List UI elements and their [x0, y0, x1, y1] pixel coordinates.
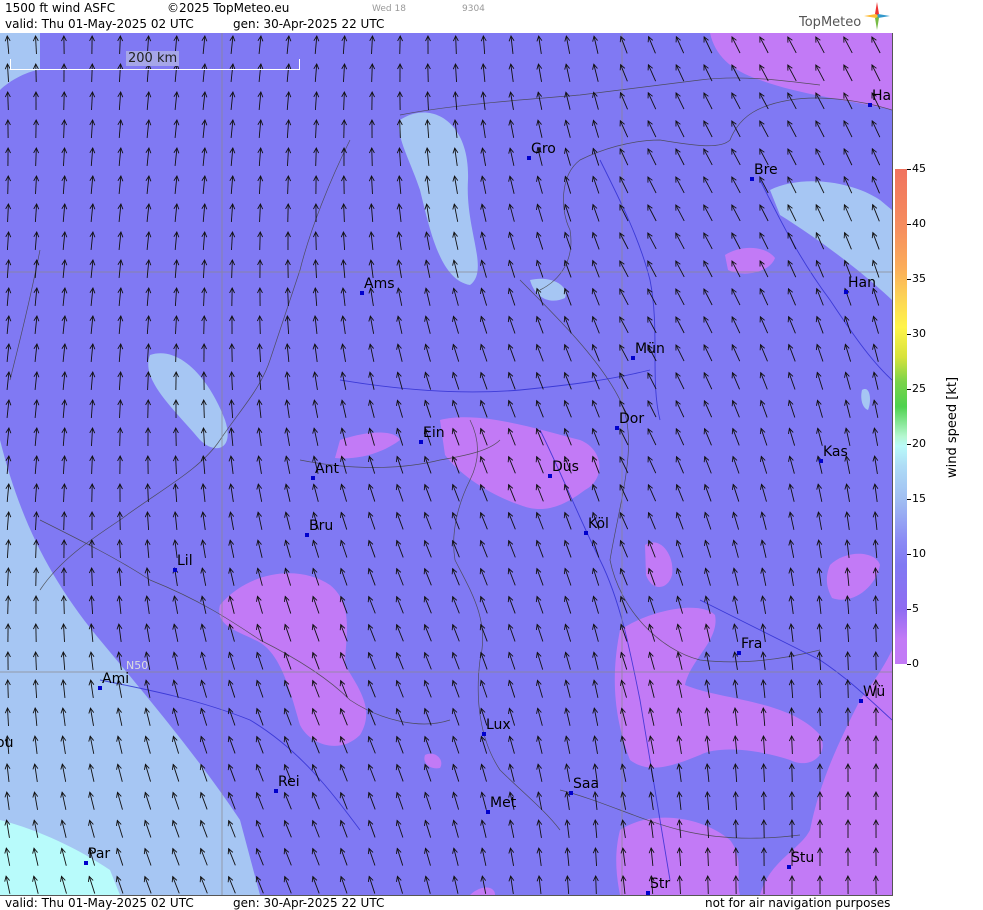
disclaimer: not for air navigation purposes — [705, 896, 891, 910]
legend-tick-label: 5 — [912, 602, 919, 615]
legend-tick-label: 45 — [912, 162, 926, 175]
generated-time: gen: 30-Apr-2025 22 UTC — [233, 17, 385, 31]
city-label: Met — [490, 795, 517, 811]
city-label: Stu — [791, 850, 815, 866]
legend-tick-label: 35 — [912, 272, 926, 285]
wind-speed-legend: 45 40 35 30 25 20 15 10 5 0 wind speed [kt] — [893, 0, 983, 909]
footer-valid-time: valid: Thu 01-May-2025 02 UTC — [5, 896, 194, 910]
city-label: Lil — [177, 553, 193, 569]
legend-tick-label: 15 — [912, 492, 926, 505]
run-id: 9304 — [462, 4, 485, 14]
valid-time: valid: Thu 01-May-2025 02 UTC — [5, 17, 194, 31]
wind-map[interactable]: 200 km N50 Ha Gro Bre Ams Han Mün Ein Dor Ant Düs… — [0, 33, 893, 895]
city-label: Mün — [635, 341, 665, 357]
legend-tick-mark — [907, 664, 911, 665]
legend-unit: wind speed [kt] — [945, 376, 960, 478]
run-day: Wed 18 — [372, 4, 406, 14]
color-bar — [895, 169, 907, 664]
compass-logo-icon — [864, 2, 890, 30]
latitude-label: N50 — [126, 659, 149, 672]
footer-bar: valid: Thu 01-May-2025 02 UTC gen: 30-Ap… — [0, 895, 893, 910]
city-label: Par — [88, 846, 111, 862]
legend-tick-mark — [907, 609, 911, 610]
legend-tick-label: 25 — [912, 382, 926, 395]
city-label: Ein — [423, 425, 445, 441]
legend-tick-mark — [907, 389, 911, 390]
legend-tick-mark — [907, 334, 911, 335]
header-bar: 1500 ft wind ASFC ©2025 TopMeteo.eu Wed … — [0, 0, 893, 34]
legend-tick-mark — [907, 169, 911, 170]
footer-generated-time: gen: 30-Apr-2025 22 UTC — [233, 896, 385, 910]
city-label: Str — [650, 876, 671, 892]
city-label: Ami — [102, 671, 130, 687]
city-label: Gro — [531, 141, 556, 157]
city-label: Dor — [619, 411, 645, 427]
legend-tick-mark — [907, 554, 911, 555]
copyright: ©2025 TopMeteo.eu — [167, 1, 290, 15]
city-label: Ha — [872, 88, 892, 104]
city-label: Rei — [278, 774, 300, 790]
legend-tick-label: 20 — [912, 437, 926, 450]
city-label: Wü — [863, 684, 886, 700]
city-label: Düs — [552, 459, 579, 475]
city-label: Lux — [486, 717, 511, 733]
city-label: Ant — [315, 461, 339, 477]
legend-tick-mark — [907, 499, 911, 500]
city-label: Bre — [754, 162, 778, 178]
logo-text: TopMeteo — [799, 15, 862, 30]
legend-tick-mark — [907, 279, 911, 280]
legend-tick-label: 40 — [912, 217, 926, 230]
city-label: Köl — [588, 516, 609, 532]
city-label: Bru — [309, 518, 334, 534]
city-label: Saa — [573, 776, 600, 792]
city-label: Ams — [364, 276, 395, 292]
city-label: Han — [848, 275, 876, 291]
product-title: 1500 ft wind ASFC — [5, 1, 116, 15]
legend-tick-label: 10 — [912, 547, 926, 560]
city-label: Kas — [823, 444, 848, 460]
legend-tick-mark — [907, 444, 911, 445]
legend-tick-mark — [907, 224, 911, 225]
legend-tick-label: 30 — [912, 327, 926, 340]
city-label: Fra — [741, 636, 763, 652]
city-label: ou — [0, 735, 14, 751]
legend-tick-label: 0 — [912, 657, 919, 670]
scale-label: 200 km — [126, 51, 180, 66]
